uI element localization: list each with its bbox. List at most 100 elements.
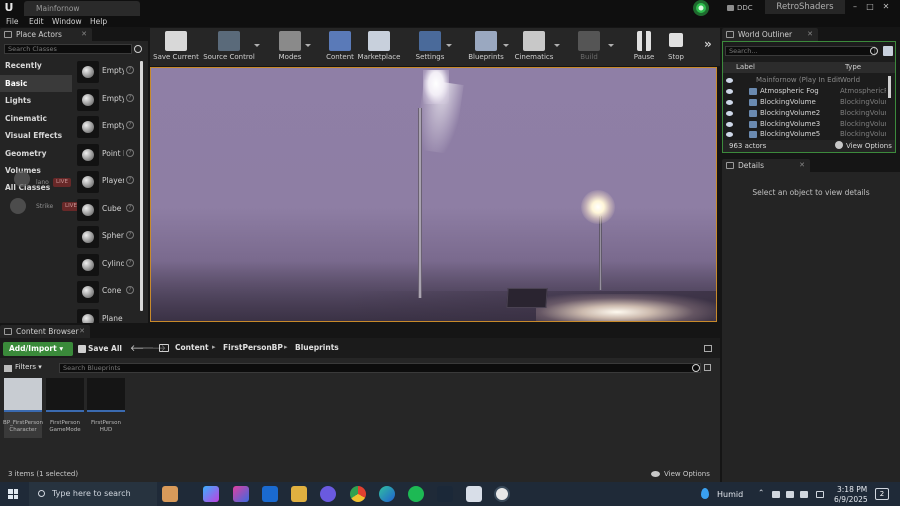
close-tab-icon[interactable]: ✕ — [81, 28, 87, 41]
visibility-eye-icon[interactable] — [726, 122, 733, 127]
save-all-button[interactable]: Save All — [78, 342, 122, 356]
outliner-row[interactable]: BlockingVolume5 BlockingVolume — [723, 129, 888, 139]
add-folder-icon[interactable] — [883, 46, 893, 56]
blueprints-button[interactable]: Blueprints — [462, 28, 510, 66]
menu-help[interactable]: Help — [90, 16, 107, 27]
build-button[interactable]: Build — [570, 28, 608, 66]
steam-icon[interactable] — [437, 486, 453, 502]
help-icon[interactable]: ? — [126, 66, 134, 74]
world-outliner-tab[interactable]: World Outliner ✕ — [722, 28, 818, 41]
gamepad-icon[interactable] — [786, 491, 794, 498]
outliner-row[interactable]: BlockingVolume2 BlockingVolume — [723, 108, 888, 119]
actor-cube[interactable]: Cube? — [74, 197, 140, 224]
close-button[interactable]: ✕ — [880, 2, 892, 12]
details-tab[interactable]: Details ✕ — [722, 159, 810, 172]
help-icon[interactable]: ? — [126, 259, 134, 267]
asset-bp-firstperson-character[interactable]: BP_FirstPerson Character — [3, 378, 43, 438]
category-volumes[interactable]: Volumes — [0, 162, 72, 179]
category-basic[interactable]: Basic — [0, 75, 72, 92]
modes-button[interactable]: Modes — [270, 28, 310, 66]
help-icon[interactable]: ? — [126, 176, 134, 184]
minimize-button[interactable]: – — [849, 2, 861, 12]
edge-icon[interactable] — [379, 486, 395, 502]
weather-drop-icon[interactable] — [701, 488, 709, 499]
toolbar-more-icon[interactable]: » — [704, 37, 712, 51]
close-tab-icon[interactable]: ✕ — [79, 325, 85, 338]
network-icon[interactable] — [772, 491, 780, 498]
marketplace-button[interactable]: Marketplace — [356, 28, 402, 66]
cinematics-dropdown-icon[interactable] — [554, 44, 560, 47]
chrome-icon[interactable] — [350, 486, 366, 502]
help-icon[interactable]: ? — [126, 286, 134, 294]
pen-icon[interactable] — [816, 491, 824, 498]
settings-button[interactable]: Settings — [410, 28, 450, 66]
stop-button[interactable]: Stop — [658, 28, 694, 66]
outliner-row[interactable]: Mainfornow (Play In Editor)World — [723, 75, 888, 86]
add-import-button[interactable]: Add/Import ▾ — [3, 342, 73, 356]
unreal-engine-taskbar-icon[interactable] — [494, 486, 510, 502]
visibility-eye-icon[interactable] — [726, 100, 733, 105]
chevron-up-icon[interactable]: ⌃ — [758, 488, 764, 497]
visibility-eye-icon[interactable] — [726, 132, 733, 137]
breadcrumb-firstpersonbp[interactable]: FirstPersonBP — [223, 343, 283, 352]
outliner-row[interactable]: Atmospheric Fog AtmosphericFog — [723, 86, 888, 97]
lock-icon[interactable] — [704, 345, 712, 352]
volume-icon[interactable] — [800, 491, 808, 498]
save-current-button[interactable]: Save Current — [152, 28, 200, 66]
source-control-dropdown-icon[interactable] — [254, 44, 260, 47]
help-icon[interactable]: ? — [126, 94, 134, 102]
category-lights[interactable]: Lights — [0, 92, 72, 109]
level-tab[interactable]: Mainfornow — [24, 1, 140, 16]
outliner-view-options[interactable]: View Options — [846, 142, 892, 150]
blueprints-dropdown-icon[interactable] — [503, 44, 509, 47]
outliner-scrollbar[interactable] — [888, 76, 891, 98]
label-column-header[interactable]: Label — [736, 63, 755, 71]
folder-icon[interactable] — [159, 344, 169, 352]
file-explorer-icon[interactable] — [291, 486, 307, 502]
menu-window[interactable]: Window — [52, 16, 82, 27]
widgets-icon[interactable] — [162, 486, 178, 502]
filters-dropdown[interactable]: Filters ▾ — [15, 363, 42, 371]
outliner-row[interactable]: BlockingVolume BlockingVolume — [723, 97, 888, 108]
clock-date[interactable]: 6/9/2025 — [834, 495, 868, 504]
close-tab-icon[interactable]: ✕ — [807, 28, 813, 41]
sources-toggle-icon[interactable] — [4, 365, 12, 372]
settings-dropdown-icon[interactable] — [446, 44, 452, 47]
category-recently-placed[interactable]: Recently Placed — [0, 57, 72, 87]
help-icon[interactable]: ? — [126, 121, 134, 129]
help-icon[interactable]: ? — [126, 149, 134, 157]
ddc-indicator[interactable]: DDC — [725, 2, 761, 14]
type-column-header[interactable]: Type — [845, 63, 861, 71]
category-cinematic[interactable]: Cinematic — [0, 110, 72, 127]
windows-start-icon[interactable] — [8, 489, 18, 499]
actor-sphere[interactable]: Sphere? — [74, 224, 140, 251]
visibility-eye-icon[interactable] — [726, 89, 733, 94]
content-button[interactable]: Content — [320, 28, 360, 66]
messenger-icon[interactable] — [320, 486, 336, 502]
search-classes-input[interactable]: Search Classes — [4, 44, 132, 54]
weather-label[interactable]: Humid — [717, 490, 743, 499]
actor-empty-character[interactable]: Empty Character? — [74, 87, 140, 114]
content-browser-tab[interactable]: Content Browser ✕ — [0, 325, 90, 338]
search-blueprints-input[interactable]: Search Blueprints — [59, 363, 701, 373]
menu-file[interactable]: File — [6, 16, 19, 27]
actor-cone[interactable]: Cone? — [74, 279, 140, 306]
taskbar-search-input[interactable]: Type here to search — [29, 482, 157, 506]
actor-empty-pawn[interactable]: Empty Pawn? — [74, 114, 140, 141]
asset-firstperson-gamemode[interactable]: FirstPerson GameMode — [46, 378, 84, 438]
actor-player-start[interactable]: Player Start? — [74, 169, 140, 196]
app-window-icon[interactable] — [466, 486, 482, 502]
level-viewport[interactable] — [150, 67, 717, 322]
place-actors-scrollbar[interactable] — [140, 61, 143, 311]
breadcrumb-blueprints[interactable]: Blueprints — [295, 343, 339, 352]
cinematics-button[interactable]: Cinematics — [514, 28, 554, 66]
save-search-icon[interactable] — [704, 364, 711, 371]
close-tab-icon[interactable]: ✕ — [799, 159, 805, 172]
category-visual-effects[interactable]: Visual Effects — [0, 127, 72, 144]
notification-icon[interactable]: 2 — [875, 488, 889, 500]
breadcrumb-content[interactable]: Content — [175, 343, 209, 352]
build-dropdown-icon[interactable] — [608, 44, 614, 47]
visibility-eye-icon[interactable] — [726, 111, 733, 116]
asset-firstperson-hud[interactable]: FirstPerson HUD — [87, 378, 125, 438]
help-icon[interactable]: ? — [126, 204, 134, 212]
